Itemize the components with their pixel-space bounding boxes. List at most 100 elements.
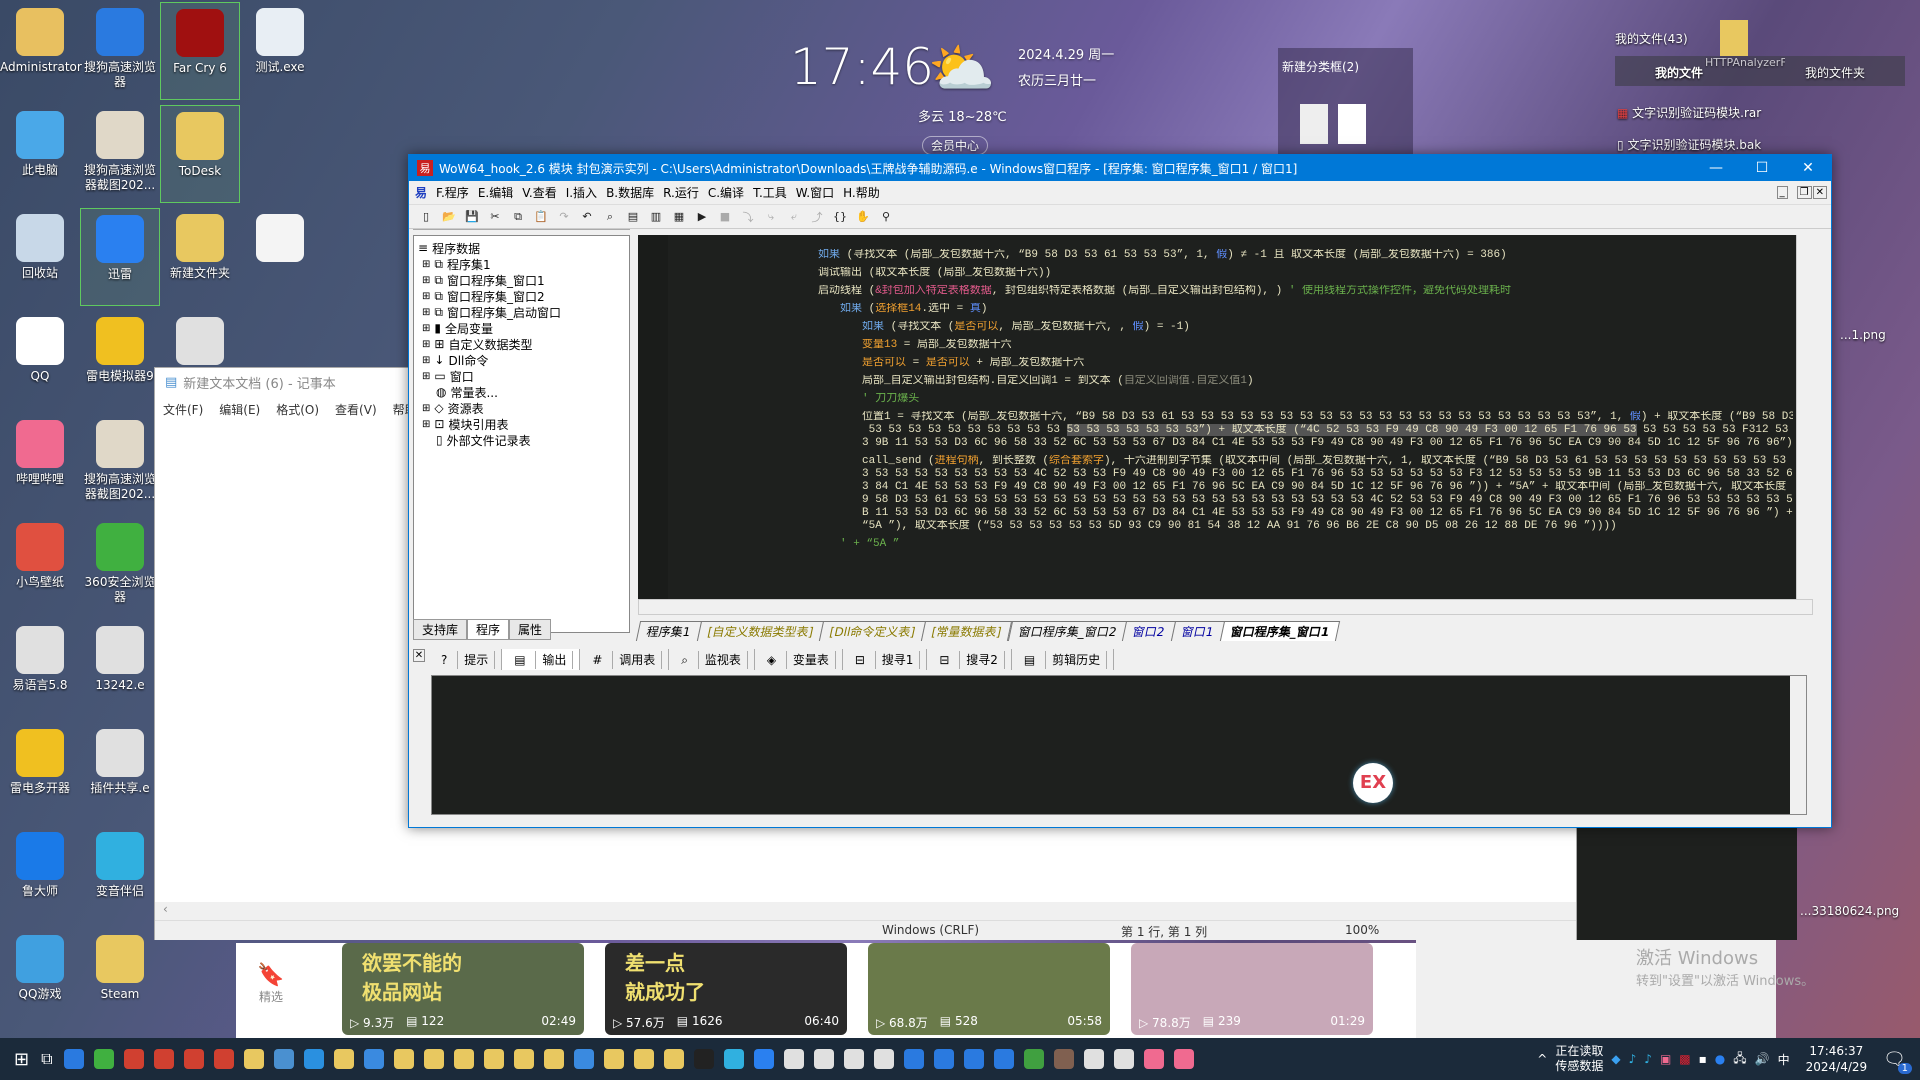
bottom-tab[interactable]: ⊟ 搜寻1 [843, 649, 928, 670]
tree-item[interactable]: ⊞ ⊞ 自定义数据类型 [418, 336, 625, 352]
minimize-button[interactable]: — [1693, 160, 1739, 176]
tab-properties[interactable]: 属性 [509, 619, 552, 640]
tray-clock[interactable]: 17:46:37 2024/4/29 [1806, 1043, 1868, 1075]
hand-icon[interactable]: ✋ [854, 208, 872, 226]
desktop-icon[interactable]: Steam [80, 929, 160, 1027]
tree-item[interactable]: ⊞ ▭ 窗口 [418, 368, 625, 384]
sidebar-featured[interactable]: 🔖 精选 [236, 943, 306, 1038]
mdi-minimize-button[interactable]: _ [1776, 186, 1788, 199]
desktop-icon[interactable]: 搜狗高速浏览器截图202... [80, 414, 160, 512]
menu-program[interactable]: F.程序 [436, 184, 469, 201]
step-into-icon[interactable]: ⤷ [762, 208, 780, 226]
taskbar-app-icon[interactable] [573, 1049, 594, 1069]
expand-icon[interactable]: ⊞ [422, 403, 430, 414]
taskbar-app-icon[interactable] [303, 1049, 324, 1069]
copy-icon[interactable]: ⧉ [509, 208, 527, 226]
menu-view[interactable]: V.查看 [522, 184, 556, 201]
tree-item[interactable]: ⊞ ⊡ 模块引用表 [418, 416, 625, 432]
video-card[interactable]: 欲罢不能的 极品网站 ▷ 9.3万 ▤ 122 02:49 [342, 943, 584, 1035]
menu-compile[interactable]: C.编译 [708, 184, 744, 201]
bottom-tab[interactable]: ⌕ 监视表 [669, 649, 755, 670]
task-view-icon[interactable]: ⧉ [41, 1049, 52, 1069]
ludashi-tray-icon[interactable]: ● [1715, 1052, 1725, 1066]
notepad-menu-edit[interactable]: 编辑(E) [219, 401, 260, 418]
taskbar-app-icon[interactable] [753, 1049, 774, 1069]
output-panel[interactable] [431, 675, 1807, 815]
todesk-tray-icon[interactable]: ◆ [1611, 1052, 1620, 1066]
tree-item[interactable]: ⊞ ⧉ 窗口程序集_窗口2 [418, 288, 625, 304]
desktop-icon[interactable]: 360安全浏览器 [80, 517, 160, 615]
close-button[interactable]: ✕ [1785, 160, 1831, 176]
taskbar-app-icon[interactable] [123, 1049, 144, 1069]
desktop-icon[interactable]: 迅雷 [80, 208, 160, 306]
taskbar-app-icon[interactable] [1113, 1049, 1134, 1069]
binoculars-icon[interactable]: ⚲ [877, 208, 895, 226]
editor-tab[interactable]: 窗口程序集_窗口1 [1219, 621, 1341, 641]
desktop-icon[interactable]: 测试.exe [240, 2, 320, 100]
bottom-tab[interactable]: ◈ 变量表 [755, 649, 843, 670]
expand-icon[interactable]: ⊞ [422, 371, 430, 382]
expand-icon[interactable]: ⊞ [422, 419, 430, 430]
folder-icon[interactable] [1720, 20, 1748, 56]
desktop-icon[interactable]: 雷电模拟器9 [80, 311, 160, 409]
taskbar-app-icon[interactable] [63, 1049, 84, 1069]
bottom-tab[interactable]: ▤ 输出 [502, 649, 581, 670]
amd-tray-icon[interactable]: ▩ [1679, 1052, 1690, 1066]
ime-indicator[interactable]: 中 [1778, 1051, 1790, 1068]
desktop-icon[interactable]: ToDesk [160, 105, 240, 203]
code-line[interactable]: 是否可以 = 是否可以 + 局部_发包数据十六 [818, 357, 1793, 370]
taskbar-app-icon[interactable] [1173, 1049, 1194, 1069]
file-http-analyzer[interactable]: HTTPAnalyzerFullV7.5... [1705, 56, 1785, 69]
code-line[interactable]: call_send (进程句柄, 到长整数 (综合套索字), 十六进制到字节集 … [818, 455, 1793, 533]
desktop-icon[interactable]: 此电脑 [0, 105, 80, 203]
taskbar-app-icon[interactable] [213, 1049, 234, 1069]
desktop-file-png2[interactable]: ...33180624.png [1800, 904, 1899, 918]
desktop-icon[interactable]: 易语言5.8 [0, 620, 80, 718]
cut-icon[interactable]: ✂ [486, 208, 504, 226]
code-line[interactable]: 位置1 = 寻找文本 (局部_发包数据十六, “B9 58 D3 53 61 5… [818, 411, 1793, 450]
video-card[interactable]: 差一点 就成功了 ▷ 57.6万 ▤ 1626 06:40 [605, 943, 847, 1035]
stop-icon[interactable]: ■ [716, 208, 734, 226]
taskbar-app-icon[interactable] [93, 1049, 114, 1069]
taskbar-app-icon[interactable] [903, 1049, 924, 1069]
taskbar-app-icon[interactable] [663, 1049, 684, 1069]
step-icon[interactable]: ⤵ [739, 208, 757, 226]
taskbar-app-icon[interactable] [513, 1049, 534, 1069]
tab-support-lib[interactable]: 支持库 [413, 619, 468, 640]
taskbar-app-icon[interactable] [333, 1049, 354, 1069]
taskbar-app-icon[interactable] [723, 1049, 744, 1069]
bottom-tab[interactable]: ▤ 剪辑历史 [1012, 649, 1115, 670]
taskbar-app-icon[interactable] [933, 1049, 954, 1069]
tree-item[interactable]: ⊞ ⧉ 程序集1 [418, 256, 625, 272]
code-line[interactable]: 启动线程 (&封包加入特定表格数据, 封包组织特定表格数据 (局部_自定义输出封… [818, 285, 1793, 298]
run-icon[interactable]: ▶ [693, 208, 711, 226]
desktop-icon[interactable]: 搜狗高速浏览器截图202... [80, 105, 160, 203]
menu-run[interactable]: R.运行 [663, 184, 699, 201]
taskbar-app-icon[interactable] [963, 1049, 984, 1069]
taskbar-app-icon[interactable] [153, 1049, 174, 1069]
open-folder-icon[interactable]: 📂 [440, 208, 458, 226]
notification-button[interactable]: 🗨 1 [1883, 1049, 1912, 1074]
code-line[interactable]: 变量13 = 局部_发包数据十六 [818, 339, 1793, 352]
step-over-icon[interactable]: ⤶ [785, 208, 803, 226]
expand-icon[interactable]: ⊞ [422, 259, 430, 270]
editor-tab[interactable]: [自定义数据类型表] [696, 621, 825, 641]
taskbar-app-icon[interactable] [273, 1049, 294, 1069]
floating-ex-badge[interactable]: EX [1353, 763, 1393, 803]
code-line[interactable]: 如果 (选择框14.选中 = 真) [818, 303, 1793, 316]
horizontal-scrollbar[interactable] [638, 599, 1813, 615]
save-icon[interactable]: 💾 [463, 208, 481, 226]
taskbar-app-icon[interactable] [423, 1049, 444, 1069]
notepad-menu-file[interactable]: 文件(F) [163, 401, 203, 418]
desktop-icon[interactable]: 插件共享.e [80, 723, 160, 821]
find-icon[interactable]: ⌕ [601, 208, 619, 226]
taskbar-app-icon[interactable] [183, 1049, 204, 1069]
volume-icon[interactable]: 🔊 [1755, 1052, 1770, 1066]
bottom-tab[interactable]: # 调用表 [580, 649, 670, 670]
network-icon[interactable]: 🖧 [1733, 1049, 1746, 1070]
desktop-icon[interactable]: 小鸟壁纸 [0, 517, 80, 615]
fence-tab-my-files[interactable]: 我的文件 [1655, 64, 1703, 81]
code-line[interactable]: 如果 (寻找文本 (局部_发包数据十六, “B9 58 D3 53 61 53 … [818, 249, 1793, 262]
taskbar-app-icon[interactable] [1083, 1049, 1104, 1069]
editor-tab[interactable]: [Dll命令定义表] [818, 621, 927, 641]
